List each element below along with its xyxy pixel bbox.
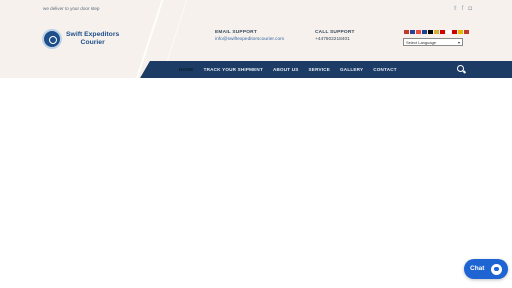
logo-line-2: Courier — [80, 39, 105, 46]
instagram-icon[interactable]: ◘ — [468, 5, 472, 13]
language-flag-icon[interactable] — [422, 30, 427, 34]
email-support: EMAIL SUPPORT info@swiftexpeditorscourie… — [215, 30, 284, 42]
language-select-label: Select Language — [406, 40, 437, 45]
language-select[interactable]: Select Language ▾ — [403, 38, 463, 46]
chat-label: Chat — [470, 265, 485, 272]
call-support: CALL SUPPORT +447502218401 — [315, 30, 355, 42]
twitter-icon[interactable]: 𝕥 — [454, 5, 457, 13]
email-support-label: EMAIL SUPPORT — [215, 30, 257, 35]
language-flag-icon[interactable] — [452, 30, 457, 34]
call-support-label: CALL SUPPORT — [315, 30, 355, 35]
nav-item-service[interactable]: SERVICE — [309, 67, 330, 72]
language-flag-icon[interactable] — [440, 30, 445, 34]
nav-item-contact[interactable]: CONTACT — [373, 67, 397, 72]
chat-bubble-icon — [491, 264, 502, 275]
language-flags — [404, 30, 469, 34]
site-logo[interactable]: Swift Expeditors Courier — [42, 29, 119, 49]
language-flag-icon[interactable] — [428, 30, 433, 34]
nav-item-gallery[interactable]: GALLERY — [340, 67, 363, 72]
logo-text: Swift Expeditors Courier — [66, 31, 119, 47]
nav-item-track-shipment[interactable]: TRACK YOUR SHIPMENT — [204, 67, 263, 72]
chat-widget-button[interactable]: Chat — [464, 259, 508, 279]
facebook-icon[interactable]: f — [462, 5, 464, 13]
call-support-number[interactable]: +447502218401 — [315, 37, 355, 42]
language-flag-icon[interactable] — [446, 30, 451, 34]
language-flag-icon[interactable] — [404, 30, 409, 34]
search-icon[interactable] — [456, 64, 466, 74]
language-flag-icon[interactable] — [416, 30, 421, 34]
language-flag-icon[interactable] — [464, 30, 469, 34]
nav-item-home[interactable]: HOME — [179, 67, 194, 72]
chevron-down-icon: ▾ — [457, 40, 460, 45]
logo-line-1: Swift Expeditors — [66, 31, 120, 38]
tagline: we deliver to your door step — [43, 6, 100, 11]
nav-item-about-us[interactable]: ABOUT US — [273, 67, 299, 72]
language-flag-icon[interactable] — [434, 30, 439, 34]
social-links: 𝕥 f ◘ — [454, 5, 472, 13]
language-flag-icon[interactable] — [410, 30, 415, 34]
email-support-link[interactable]: info@swiftexpeditorscourier.com — [215, 37, 284, 42]
logo-globe-icon — [42, 29, 62, 49]
language-flag-icon[interactable] — [458, 30, 463, 34]
nav-list: HOME TRACK YOUR SHIPMENT ABOUT US SERVIC… — [179, 61, 397, 78]
